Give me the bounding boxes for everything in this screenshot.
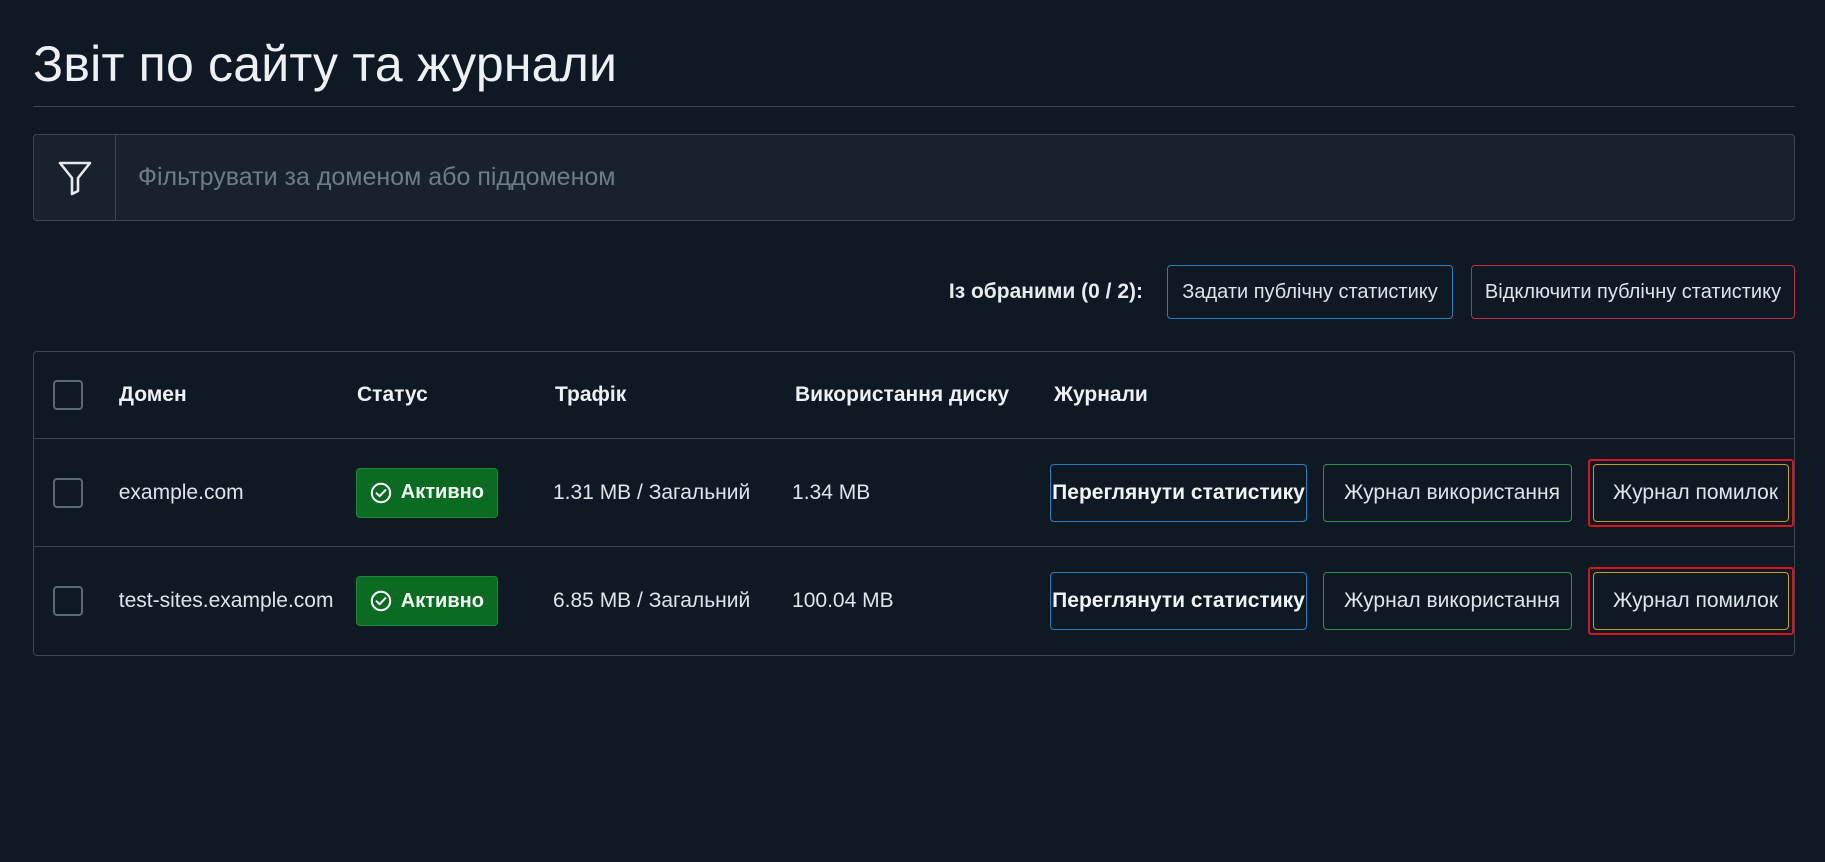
error-log-label: Журнал помилок: [1612, 480, 1779, 504]
table-row: test-sites.example.com Активно 6.85 MB /…: [34, 547, 1794, 655]
check-circle-icon: [370, 590, 391, 612]
error-log-label: Журнал помилок: [1612, 589, 1779, 612]
status-cell: Активно: [355, 576, 553, 626]
set-public-stats-button[interactable]: Задати публічну статистику: [1167, 265, 1453, 319]
logs-cell: Переглянути статистику Журнал використан…: [1050, 567, 1794, 635]
table-header-row: Домен Статус Трафік Використання диску Ж…: [34, 352, 1794, 439]
logs-cell: Переглянути статистику Журнал використан…: [1050, 458, 1794, 527]
domain-name: example.com: [118, 480, 244, 504]
header-domain[interactable]: Домен: [119, 383, 357, 407]
header-disk-usage[interactable]: Використання диску: [795, 383, 1054, 407]
title-divider: [33, 106, 1795, 107]
status-badge: Активно: [355, 576, 498, 626]
select-all-cell: [34, 380, 119, 410]
status-cell: Активно: [355, 467, 553, 518]
view-stats-button[interactable]: Переглянути статистику: [1050, 572, 1307, 630]
traffic-value: 6.85 MB / Загальний: [552, 589, 751, 612]
selection-count-label: Із обраними (0 / 2):: [948, 280, 1143, 303]
filter-icon: [34, 135, 116, 220]
row-select-cell: [34, 586, 119, 616]
site-report-page: Звіт по сайту та журнали Із обраними (0 …: [0, 0, 1825, 862]
status-badge: Активно: [355, 467, 498, 518]
domain-name: test-sites.example.com: [118, 589, 334, 612]
traffic-value: 1.31 MB / Загальний: [552, 480, 751, 504]
header-status[interactable]: Статус: [357, 383, 555, 407]
disk-usage-value: 100.04 MB: [792, 589, 894, 612]
check-circle-icon: [370, 482, 391, 503]
usage-log-button[interactable]: Журнал використання: [1323, 572, 1572, 630]
row-select-cell: [34, 477, 119, 508]
error-log-highlight: Журнал помилок: [1588, 567, 1794, 635]
bulk-actions-bar: Із обраними (0 / 2): Задати публічну ста…: [33, 265, 1795, 319]
domain-filter-input[interactable]: [116, 135, 1794, 220]
usage-log-button[interactable]: Журнал використання: [1323, 463, 1572, 522]
error-log-button[interactable]: Журнал помилок: [1593, 572, 1789, 630]
page-title: Звіт по сайту та журнали: [33, 36, 618, 92]
error-log-highlight: Журнал помилок: [1588, 458, 1794, 527]
view-stats-button[interactable]: Переглянути статистику: [1050, 463, 1307, 522]
disk-usage-value: 1.34 MB: [792, 480, 871, 504]
error-log-button[interactable]: Журнал помилок: [1593, 463, 1789, 522]
row-checkbox[interactable]: [53, 477, 83, 508]
table-row: example.com Активно 1.31 MB / Загальний …: [34, 439, 1794, 547]
select-all-checkbox[interactable]: [53, 380, 83, 410]
status-text: Активно: [400, 481, 484, 503]
status-text: Активно: [400, 589, 484, 612]
disable-public-stats-button[interactable]: Відключити публічну статистику: [1471, 265, 1795, 319]
usage-log-label: Журнал використання: [1344, 480, 1560, 504]
usage-log-label: Журнал використання: [1344, 589, 1560, 612]
header-logs: Журнали: [1054, 383, 1148, 406]
domain-filter: [33, 134, 1795, 221]
header-traffic[interactable]: Трафік: [555, 383, 795, 407]
domains-table: Домен Статус Трафік Використання диску Ж…: [33, 351, 1795, 656]
row-checkbox[interactable]: [53, 586, 83, 616]
